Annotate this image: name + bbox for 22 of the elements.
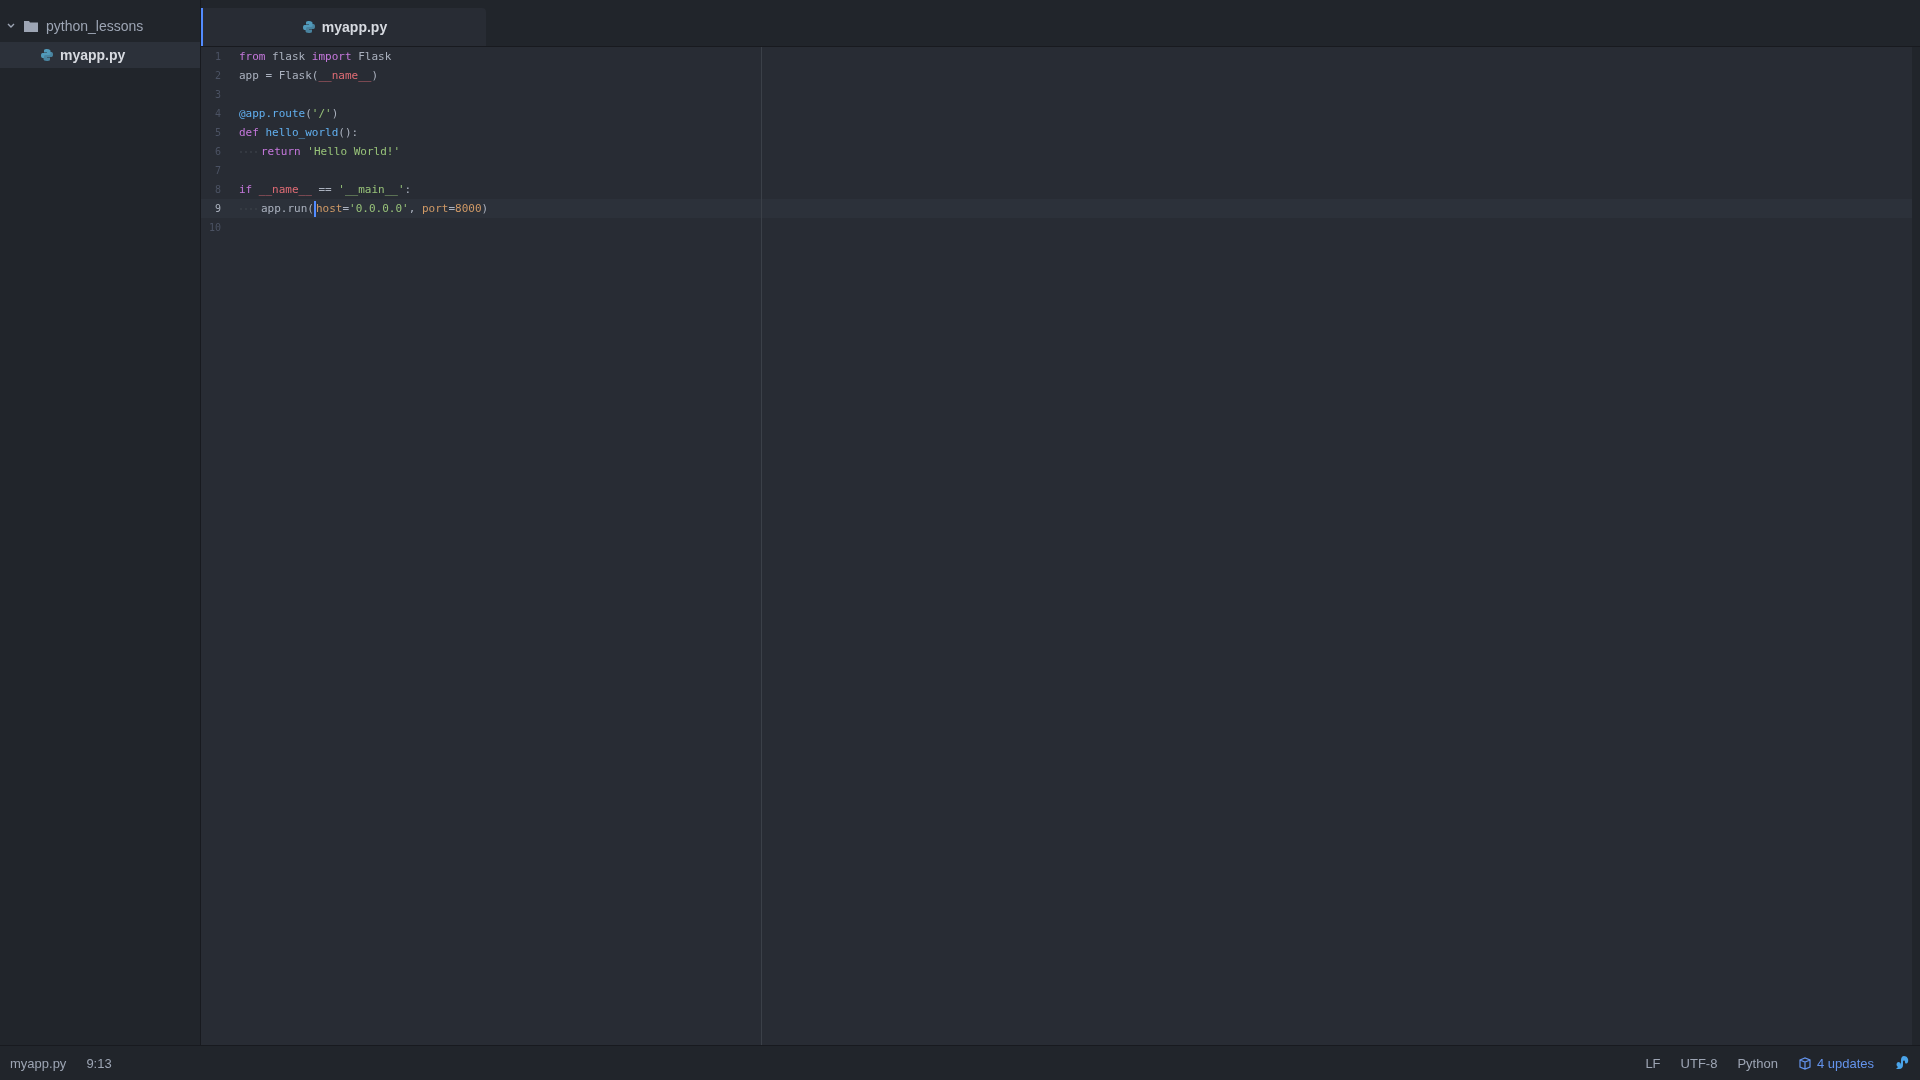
- status-text[interactable]: LF: [1645, 1055, 1661, 1071]
- code-line: return 'Hello World!': [261, 145, 401, 158]
- status-text[interactable]: 9:13: [86, 1055, 112, 1071]
- editor-tab[interactable]: myapp.py: [201, 8, 486, 46]
- folder-icon: [24, 20, 38, 32]
- python-icon: [301, 20, 316, 34]
- status-text[interactable]: UTF-8: [1680, 1055, 1718, 1071]
- text-cursor: [314, 200, 316, 217]
- code-line: app = Flask(__name__): [239, 69, 379, 82]
- status-text[interactable]: myapp.py: [10, 1055, 67, 1071]
- package-icon: [1797, 1056, 1812, 1070]
- code-line: @app.route('/'): [239, 107, 339, 120]
- python-icon: [40, 48, 54, 62]
- code-line: if __name__ == '__main__':: [239, 183, 412, 196]
- file-item[interactable]: myapp.py: [0, 42, 200, 68]
- folder-item[interactable]: python_lessons: [0, 10, 200, 42]
- updates-link[interactable]: 4 updates: [1797, 1055, 1874, 1071]
- code-line: app.run( host='0.0.0.0', port=8000): [261, 200, 489, 217]
- line-number: 9: [213, 203, 221, 214]
- code-line: def hello_world():: [239, 126, 359, 139]
- code-line: from flask import Flask: [239, 50, 392, 63]
- status-text[interactable]: Python: [1737, 1055, 1778, 1071]
